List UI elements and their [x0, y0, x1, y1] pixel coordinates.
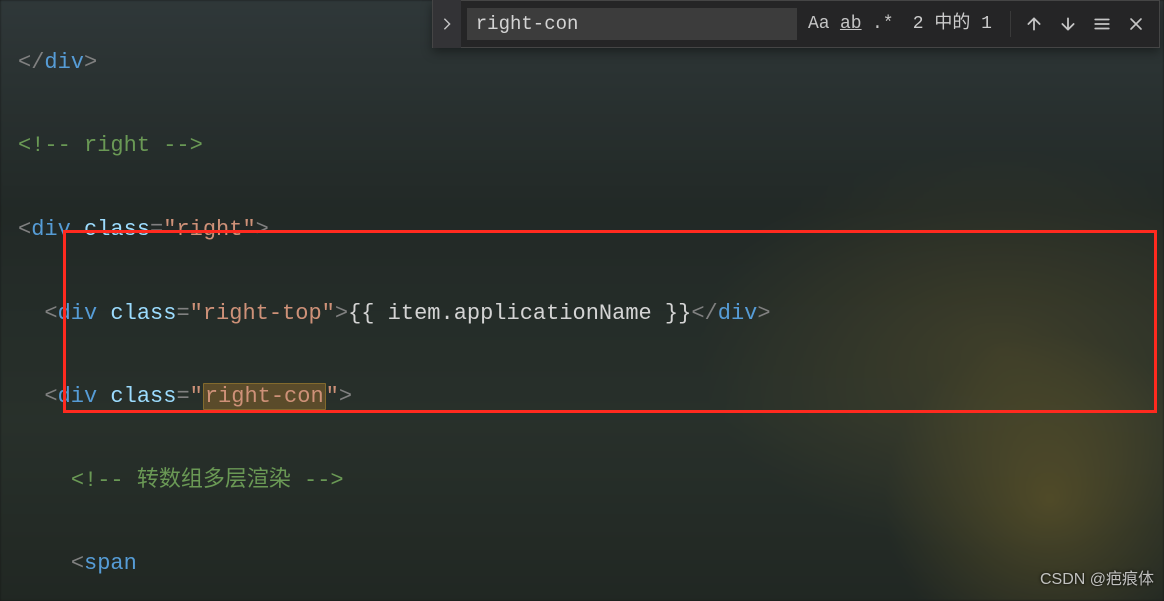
find-close-button[interactable] — [1119, 7, 1153, 41]
arrow-up-icon — [1025, 15, 1043, 33]
code-line[interactable]: <div class="right-con"> — [18, 376, 1164, 418]
code-editor[interactable]: </div> <!-- right --> <div class="right"… — [0, 0, 1164, 601]
find-previous-button[interactable] — [1017, 7, 1051, 41]
code-line[interactable]: <div class="right-top">{{ item.applicati… — [18, 293, 1164, 335]
close-icon — [1128, 16, 1144, 32]
find-separator — [1010, 11, 1011, 37]
arrow-down-icon — [1059, 15, 1077, 33]
code-line[interactable]: <!-- 转数组多层渲染 --> — [18, 460, 1164, 502]
code-line[interactable]: </div> — [18, 42, 1164, 84]
search-match: right-con — [203, 383, 326, 410]
code-line[interactable]: <div class="right"> — [18, 209, 1164, 251]
find-in-selection-button[interactable] — [1085, 7, 1119, 41]
match-case-toggle[interactable]: Aa — [804, 9, 834, 39]
find-widget: Aa ab .* 2 中的 1 — [432, 0, 1160, 48]
watermark-text: CSDN @疤痕体 — [1040, 565, 1154, 595]
find-input[interactable] — [467, 8, 797, 40]
selection-icon — [1093, 15, 1111, 33]
match-whole-word-toggle[interactable]: ab — [836, 9, 866, 39]
find-replace-toggle[interactable] — [433, 0, 461, 48]
chevron-right-icon — [440, 17, 454, 31]
find-match-count: 2 中的 1 — [913, 7, 992, 41]
code-line[interactable]: <span — [18, 543, 1164, 585]
code-line[interactable]: <!-- right --> — [18, 125, 1164, 167]
regex-toggle[interactable]: .* — [868, 9, 898, 39]
find-next-button[interactable] — [1051, 7, 1085, 41]
